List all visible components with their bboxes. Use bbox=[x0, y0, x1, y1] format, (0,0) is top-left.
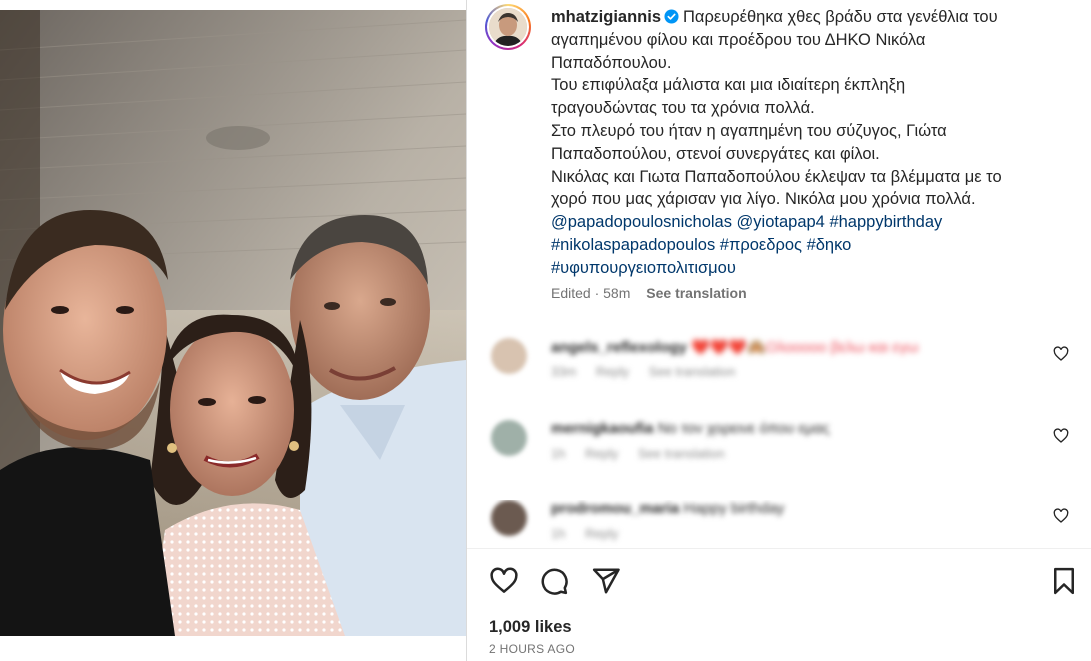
photo-illustration bbox=[0, 10, 466, 636]
reply-link[interactable]: Reply bbox=[585, 526, 618, 541]
caption-line: Του επιφύλαξα μάλιστα και μια ιδιαίτερη … bbox=[551, 76, 906, 95]
post-details-panel: mhatzigiannis Παρευρέθηκα χθες βράδυ στα … bbox=[466, 0, 1091, 661]
comment-item: angels_reflexology ❤️❤️❤️🙈Ολοοοοο βελω κ… bbox=[485, 338, 1085, 398]
caption-tags[interactable]: @papadopoulosnicholas @yiotapap4 #happyb… bbox=[551, 211, 1081, 234]
see-translation-link[interactable]: See translation bbox=[649, 364, 736, 379]
comment-item: mernigkaoufia Νο τον χορεινε όπου εμας 1… bbox=[485, 420, 1085, 480]
commenter-avatar[interactable] bbox=[491, 420, 527, 456]
caption-line: Νικόλας και Γιωτα Παπαδοπούλου έκλεψαν τ… bbox=[551, 167, 1002, 186]
caption-tags[interactable]: #υφυπουργειοπολιτισμου bbox=[551, 257, 1081, 280]
caption-meta: Edited · 58m See translation bbox=[551, 285, 747, 301]
commenter-username[interactable]: angels_reflexology bbox=[551, 339, 687, 356]
author-avatar[interactable] bbox=[485, 4, 531, 50]
caption-line: χορό που μας χάρισαν για λίγο. Νικόλα μο… bbox=[551, 190, 976, 209]
caption-line: αγαπημένου φίλου και προέδρου του ΔΗΚΟ Ν… bbox=[551, 30, 926, 49]
comment-text: Happy birthday bbox=[683, 500, 785, 517]
comment-text-row: mernigkaoufia Νο τον χορεινε όπου εμας bbox=[551, 420, 830, 437]
comment-text-row: angels_reflexology ❤️❤️❤️🙈Ολοοοοο βελω κ… bbox=[551, 338, 918, 356]
like-comment-heart-icon[interactable] bbox=[1053, 346, 1069, 362]
caption-line: τραγουδώντας του τα χρόνια πολλά. bbox=[551, 99, 815, 118]
comment-meta: 1h Reply See translation bbox=[551, 446, 741, 461]
commenter-username[interactable]: prodromou_maria bbox=[551, 500, 679, 517]
likes-count[interactable]: 1,009 likes bbox=[489, 618, 572, 637]
comment-text: Νο τον χορεινε όπου εμας bbox=[657, 420, 830, 437]
caption-line: Παρευρέθηκα χθες βράδυ στα γενέθλια του bbox=[683, 8, 998, 26]
like-comment-heart-icon[interactable] bbox=[1053, 428, 1069, 444]
comment-item: prodromou_maria Happy birthday 1h Reply bbox=[485, 500, 1085, 546]
like-comment-heart-icon[interactable] bbox=[1053, 508, 1069, 524]
post-caption: mhatzigiannis Παρευρέθηκα χθες βράδυ στα … bbox=[551, 6, 1081, 280]
comment-time: 33m bbox=[551, 364, 577, 379]
comment-bubble-icon[interactable] bbox=[539, 566, 569, 596]
edited-timestamp: Edited · 58m bbox=[551, 285, 631, 301]
avatar-photo bbox=[489, 8, 527, 46]
save-bookmark-icon[interactable] bbox=[1049, 566, 1079, 596]
caption-line: Στο πλευρό του ήταν η αγαπημένη του σύζυ… bbox=[551, 121, 947, 140]
share-paper-plane-icon[interactable] bbox=[591, 566, 621, 596]
post-action-bar bbox=[489, 566, 1079, 596]
see-translation-link[interactable]: See translation bbox=[646, 285, 746, 301]
comment-text-row: prodromou_maria Happy birthday bbox=[551, 500, 784, 517]
commenter-avatar[interactable] bbox=[491, 338, 527, 374]
post-photo[interactable] bbox=[0, 10, 466, 636]
comment-meta: 1h Reply bbox=[551, 526, 634, 541]
see-translation-link[interactable]: See translation bbox=[638, 446, 725, 461]
caption-tags[interactable]: #nikolaspapadopoulos #προεδρος #δηκο bbox=[551, 234, 1081, 257]
post-time-ago: 2 HOURS AGO bbox=[489, 642, 575, 656]
caption-line: Παπαδόπουλου. bbox=[551, 53, 672, 72]
comment-meta: 33m Reply See translation bbox=[551, 364, 752, 379]
comment-text: ❤️❤️❤️🙈Ολοοοοο βελω και εγω bbox=[691, 339, 919, 356]
reply-link[interactable]: Reply bbox=[596, 364, 629, 379]
comment-time: 1h bbox=[551, 446, 566, 461]
reply-link[interactable]: Reply bbox=[585, 446, 618, 461]
comment-time: 1h bbox=[551, 526, 566, 541]
caption-line: Παπαδοπούλου, στενοί συνεργάτες και φίλο… bbox=[551, 144, 880, 163]
commenter-avatar[interactable] bbox=[491, 500, 527, 536]
like-heart-icon[interactable] bbox=[489, 566, 519, 596]
author-username[interactable]: mhatzigiannis bbox=[551, 8, 661, 26]
actions-divider bbox=[467, 548, 1091, 549]
verified-badge-icon bbox=[664, 9, 679, 24]
commenter-username[interactable]: mernigkaoufia bbox=[551, 420, 654, 437]
